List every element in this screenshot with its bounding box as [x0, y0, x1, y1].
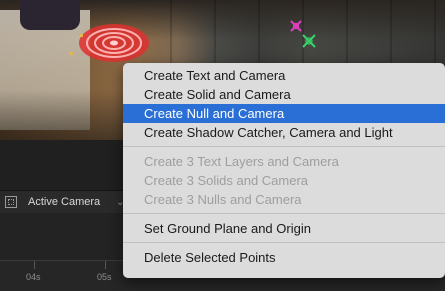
- menu-item-create-text-and-camera[interactable]: Create Text and Camera: [123, 66, 445, 85]
- menu-item-create-null-and-camera[interactable]: Create Null and Camera: [123, 104, 445, 123]
- track-point-icon[interactable]: [302, 34, 316, 48]
- menu-separator: [123, 146, 445, 147]
- menu-item-create-shadow-catcher-camera-light[interactable]: Create Shadow Catcher, Camera and Light: [123, 123, 445, 142]
- ruler-tick: [34, 261, 35, 269]
- track-camera-context-menu: Create Text and Camera Create Solid and …: [123, 63, 445, 278]
- view-select[interactable]: Active Camera: [28, 196, 116, 208]
- track-point-icon[interactable]: [290, 20, 302, 32]
- menu-separator: [123, 242, 445, 243]
- track-point-icon[interactable]: [80, 34, 83, 37]
- menu-item-delete-selected-points[interactable]: Delete Selected Points: [123, 248, 445, 267]
- menu-item-create-3-solids-and-camera: Create 3 Solids and Camera: [144, 173, 309, 188]
- track-point-icon[interactable]: [70, 52, 73, 55]
- 3d-view-icon[interactable]: [5, 196, 17, 208]
- ruler-label: 05s: [97, 272, 112, 282]
- target-icon[interactable]: [77, 22, 151, 64]
- ruler-label: 04s: [26, 272, 41, 282]
- menu-separator: [123, 213, 445, 214]
- ruler-tick: [105, 261, 106, 269]
- menu-item-create-solid-and-camera[interactable]: Create Solid and Camera: [123, 85, 445, 104]
- footage-figure: [20, 0, 80, 30]
- menu-item-create-3-nulls-and-camera: Create 3 Nulls and Camera: [144, 192, 302, 207]
- menu-item-create-3-text-layers-and-camera: Create 3 Text Layers and Camera: [144, 154, 339, 169]
- menu-item-set-ground-plane-and-origin[interactable]: Set Ground Plane and Origin: [123, 219, 445, 238]
